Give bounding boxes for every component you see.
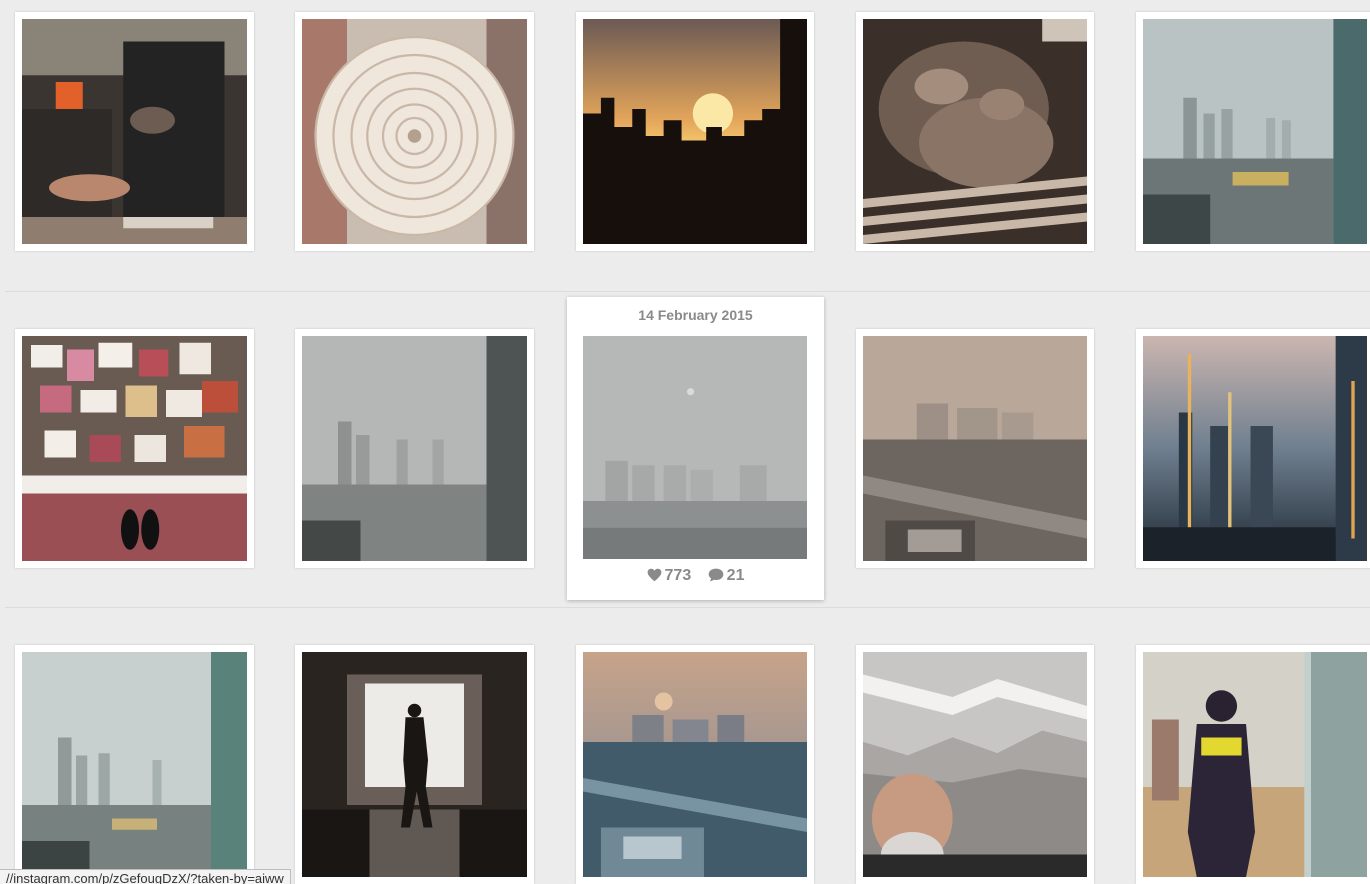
photo-image <box>1143 336 1367 561</box>
photo-image <box>302 19 527 244</box>
photo-tile[interactable] <box>576 645 814 884</box>
status-bar-url: //instagram.com/p/zGefougDzX/?taken-by=a… <box>0 869 291 884</box>
photo-image <box>22 336 247 561</box>
photo-tile[interactable] <box>1136 329 1370 568</box>
photo-image <box>583 19 807 244</box>
photo-tile[interactable] <box>15 12 254 251</box>
photo-tile[interactable] <box>576 12 814 251</box>
heart-icon <box>647 568 661 582</box>
photo-image <box>1143 19 1367 244</box>
photo-tile[interactable] <box>1136 645 1370 884</box>
row-divider <box>5 291 1370 292</box>
comments-count: 21 <box>726 567 745 584</box>
photo-tile[interactable] <box>856 645 1094 884</box>
post-stats: 773 21 <box>567 567 824 585</box>
photo-image[interactable] <box>583 336 807 559</box>
photo-image <box>583 652 807 877</box>
photo-image <box>863 652 1087 877</box>
photo-tile[interactable] <box>295 12 534 251</box>
likes-count: 773 <box>664 567 692 584</box>
speech-bubble-icon <box>708 568 724 582</box>
post-date: 14 February 2015 <box>638 307 753 323</box>
likes-stat: 773 <box>647 567 692 585</box>
photo-tile[interactable] <box>15 645 254 884</box>
photo-image <box>863 19 1087 244</box>
photo-image <box>863 336 1087 561</box>
photo-tile[interactable] <box>856 12 1094 251</box>
photo-tile[interactable] <box>15 329 254 568</box>
photo-image <box>302 652 527 877</box>
photo-image <box>22 652 247 877</box>
row-divider <box>5 607 1370 608</box>
photo-image <box>302 336 527 561</box>
photo-tile[interactable] <box>856 329 1094 568</box>
photo-image <box>1143 652 1367 877</box>
hovered-photo-card[interactable]: 14 February 2015 773 21 <box>567 297 824 600</box>
photo-tile[interactable] <box>295 645 534 884</box>
photo-tile[interactable] <box>1136 12 1370 251</box>
photo-grid-page: 14 February 2015 773 21 //instagram.com/… <box>0 0 1370 884</box>
photo-tile[interactable] <box>295 329 534 568</box>
comments-stat: 21 <box>708 567 745 585</box>
photo-image <box>22 19 247 244</box>
